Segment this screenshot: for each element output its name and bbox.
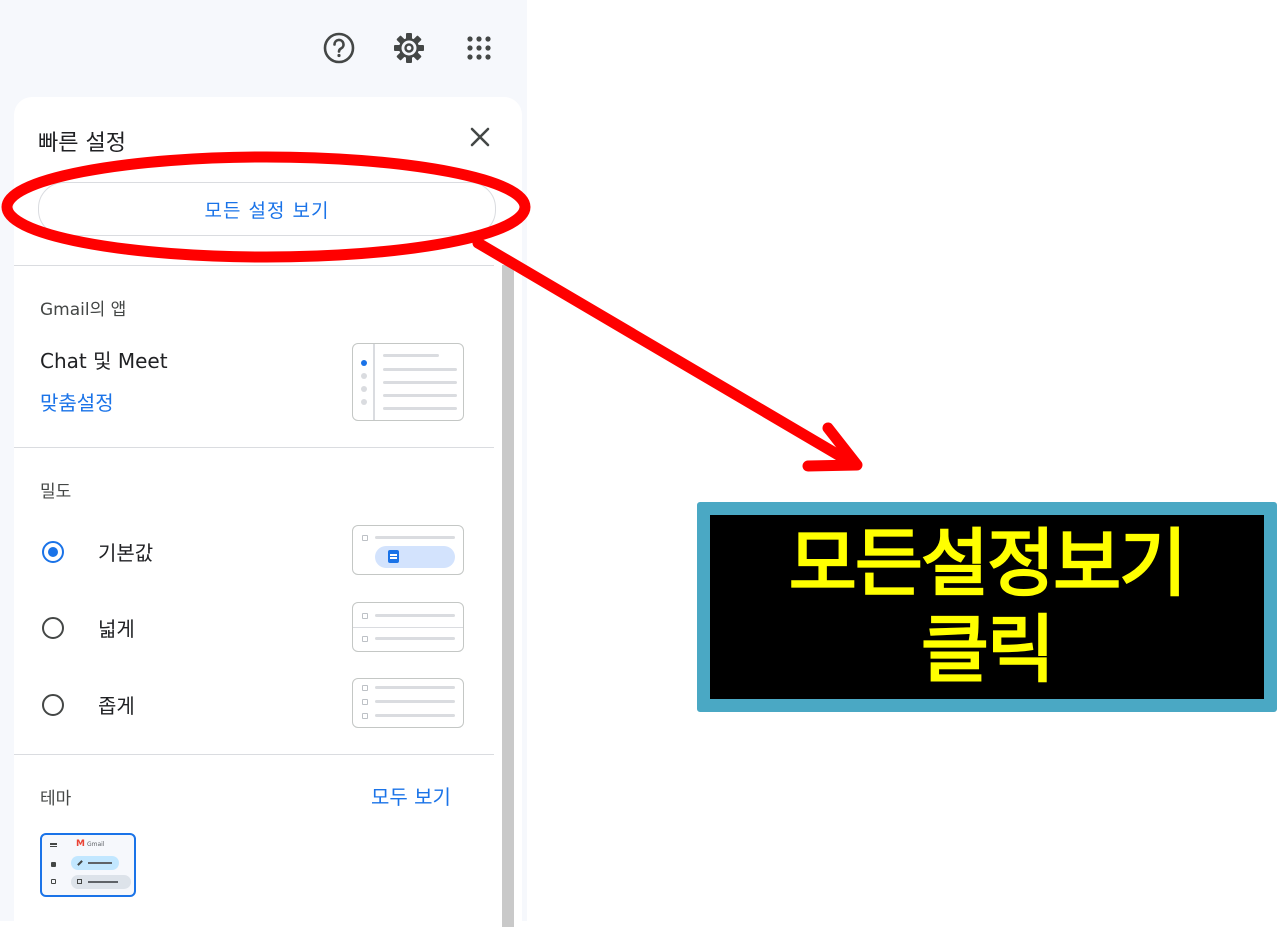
see-all-settings-button[interactable]: 모든 설정 보기	[38, 182, 496, 236]
callout-line-1: 모든설정보기	[788, 521, 1187, 607]
density-default-radio[interactable]	[42, 541, 64, 563]
theme-view-all-link[interactable]: 모두 보기	[371, 781, 451, 810]
theme-thumbnail[interactable]: M Gmail	[40, 833, 136, 897]
apps-section-label: Gmail의 앱	[40, 300, 127, 320]
annotation-arrow-line	[472, 237, 858, 469]
density-default-thumbnail[interactable]	[352, 525, 464, 575]
chat-meet-label: Chat 및 Meet	[40, 349, 168, 373]
panel-scrollbar[interactable]	[502, 265, 514, 927]
density-comfortable-label: 넓게	[98, 617, 135, 641]
density-compact-thumbnail[interactable]	[352, 678, 464, 728]
settings-gear-icon[interactable]	[391, 30, 427, 66]
gmail-logo-icon: M	[76, 839, 85, 849]
divider	[14, 754, 494, 755]
customize-link[interactable]: 맞춤설정	[40, 387, 114, 416]
density-comfortable-thumbnail[interactable]	[352, 602, 464, 652]
help-icon[interactable]	[321, 30, 357, 66]
density-compact-radio[interactable]	[42, 694, 64, 716]
divider	[14, 447, 494, 448]
density-section-label: 밀도	[40, 482, 72, 502]
theme-thumb-text: Gmail	[87, 841, 105, 848]
panel-title: 빠른 설정	[38, 131, 126, 156]
density-default-label: 기본값	[98, 541, 154, 565]
density-compact-label: 좁게	[98, 694, 135, 718]
density-comfortable-radio[interactable]	[42, 617, 64, 639]
annotation-arrowhead	[802, 422, 863, 472]
chat-meet-thumbnail[interactable]	[352, 343, 464, 421]
callout-line-2: 클릭	[920, 607, 1055, 693]
instruction-callout: 모든설정보기 클릭	[697, 502, 1277, 712]
theme-section-label: 테마	[40, 789, 72, 809]
divider	[14, 265, 494, 266]
quick-settings-panel: 빠른 설정 모든 설정 보기 Gmail의 앱 Chat 및 Meet 맞춤설정…	[14, 97, 522, 927]
top-toolbar	[0, 0, 527, 96]
apps-grid-icon[interactable]	[461, 30, 497, 66]
close-icon[interactable]	[464, 121, 496, 153]
